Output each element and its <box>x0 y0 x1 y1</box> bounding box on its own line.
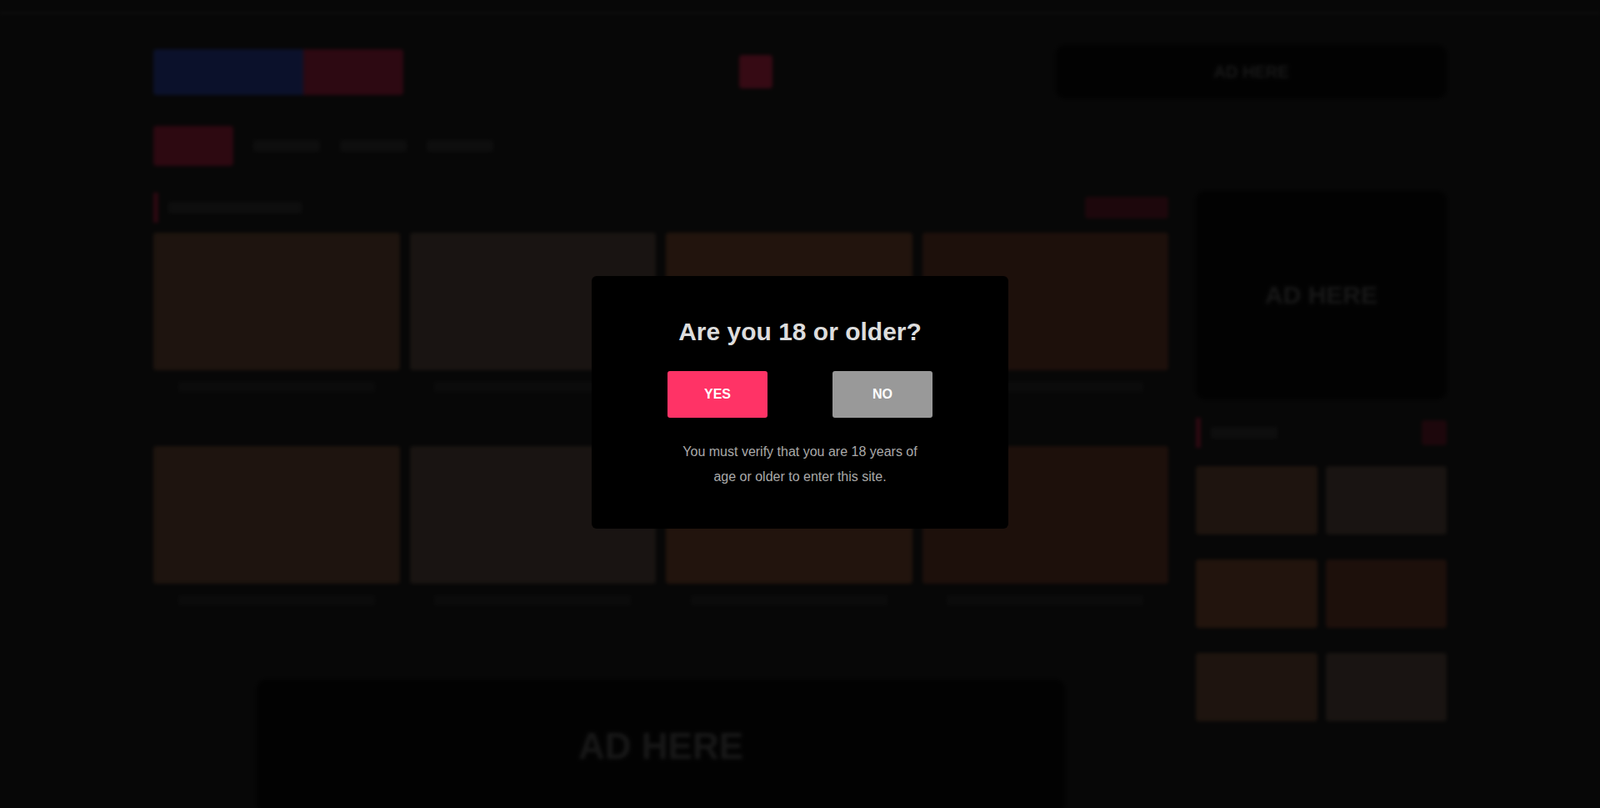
page: AD HEREAD HEREAD HEREAre you 18 or older… <box>0 0 1600 808</box>
modal-overlay: Are you 18 or older? YES NO You must verify… <box>0 0 1600 808</box>
answer-button[interactable]: NO <box>832 370 933 418</box>
button-row: YES NO <box>667 370 933 418</box>
age-verification-dialog: Are you 18 or older? YES NO You must verify… <box>591 275 1009 529</box>
answer-button[interactable]: YES <box>667 370 768 418</box>
dialog-title: Are you 18 or older? <box>678 317 922 346</box>
dialog-message: You must verify that you are 18 years of… <box>670 439 930 490</box>
